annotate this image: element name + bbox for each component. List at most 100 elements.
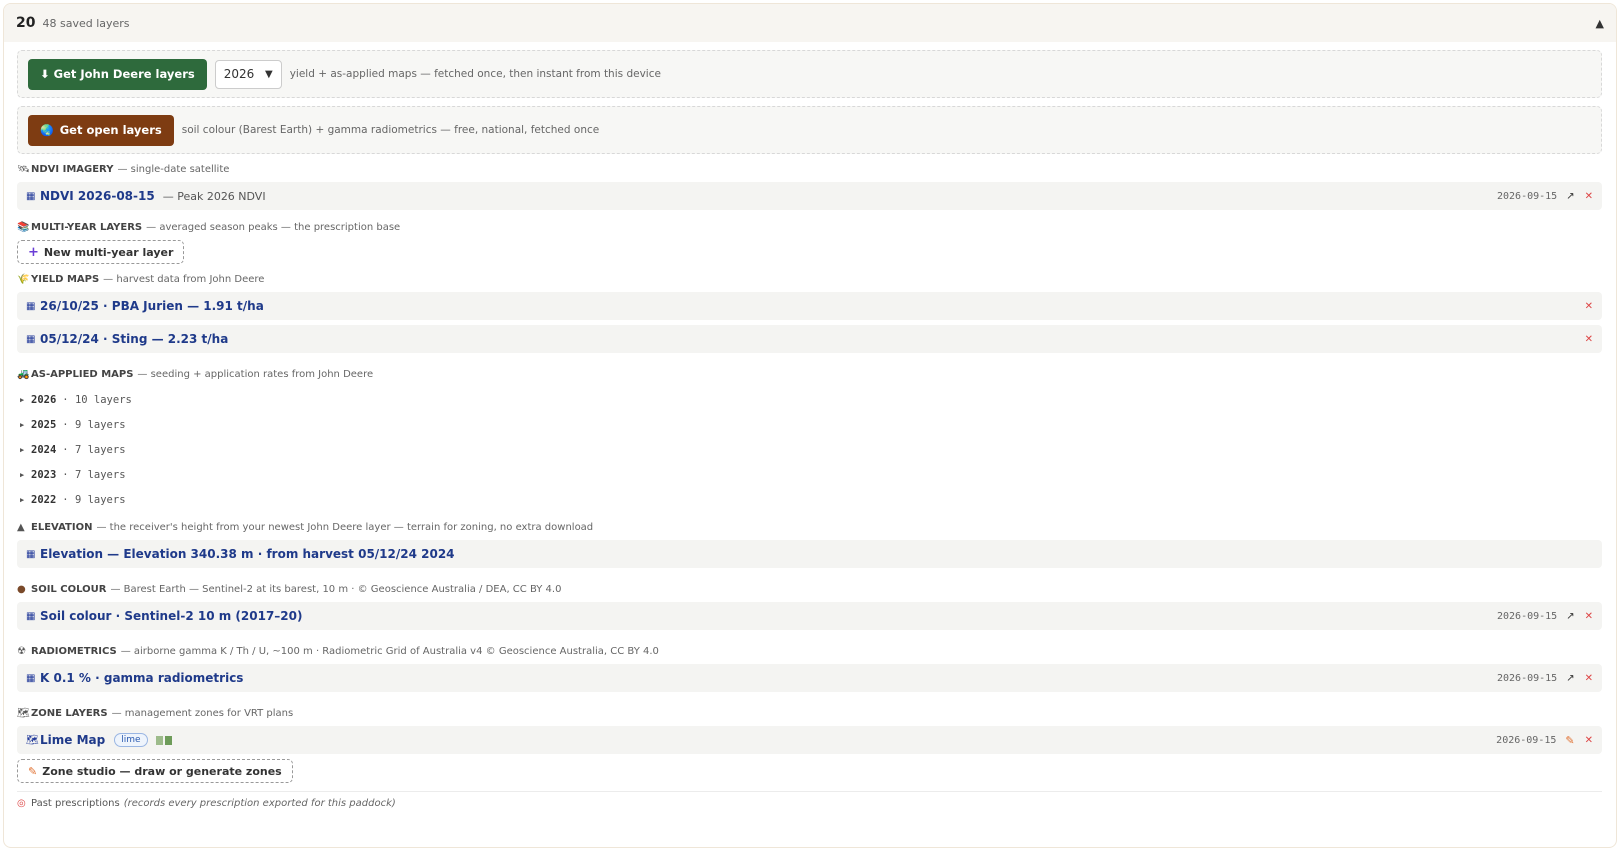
open-layers-note: soil colour (Barest Earth) + gamma radio… [181,124,600,136]
radiometrics-section-header: ☢ RADIOMETRICS — airborne gamma K / Th /… [17,644,1602,658]
layer-name[interactable]: Soil colour · Sentinel-2 10 m (2017–20) [40,609,302,623]
radiometrics-section-title: RADIOMETRICS [31,645,117,657]
year-label: 2026 [31,393,57,406]
year-label: 2025 [31,418,57,431]
plus-icon: + [28,244,39,260]
ndvi-section-header: 🛰 NDVI IMAGERY — single-date satellite [17,162,1602,176]
zone-swatch [155,735,163,745]
year-group-2026[interactable]: ▶ 2026 · 10 layers [17,387,1602,412]
layer-row[interactable]: ▦ K 0.1 % · gamma radiometrics 2026-09-1… [17,664,1602,692]
layer-row[interactable]: ▦ NDVI 2026-08-15 — Peak 2026 NDVI 2026-… [17,182,1602,210]
as-applied-section-header: 🚜 AS-APPLIED MAPS — seeding + applicatio… [17,367,1602,381]
past-prescriptions[interactable]: ◎ Past prescriptions (records every pres… [17,791,1602,809]
expand-triangle-icon: ▶ [20,445,25,454]
open-external-icon[interactable]: ↗ [1566,611,1574,622]
pencil-icon[interactable]: ✎ [1565,734,1574,747]
map-icon: ▦ [26,333,36,345]
zone-layers-section-desc: — management zones for VRT plans [111,707,294,719]
year-count: · 9 layers [62,418,126,431]
layer-name[interactable]: 26/10/25 · PBA Jurien — 1.91 t/ha [40,299,264,313]
multi-year-section-title: MULTI-YEAR LAYERS [31,221,143,233]
zone-layers-section-header: 🗺 ZONE LAYERS — management zones for VRT… [17,706,1602,720]
year-count: · 10 layers [62,393,132,406]
saved-layers-panel: 20 48 saved layers ▲ ⬇ Get John Deere la… [3,3,1617,848]
john-deere-note: yield + as-applied maps — fetched once, … [289,68,661,80]
layer-name[interactable]: Elevation — Elevation 340.38 m · from ha… [40,547,455,561]
year-count: · 7 layers [62,443,126,456]
zone-name[interactable]: Lime Map [40,733,105,747]
layer-name[interactable]: K 0.1 % · gamma radiometrics [40,671,243,685]
map-icon: ▦ [26,190,36,202]
expand-triangle-icon: ▶ [20,470,25,479]
john-deere-box: ⬇ Get John Deere layers 2026 ▼ yield + a… [17,50,1602,98]
year-count: · 7 layers [62,468,126,481]
saved-layers-label: 48 saved layers [42,16,130,30]
ndvi-section-title: NDVI IMAGERY [31,163,114,175]
expand-triangle-icon: ▶ [20,495,25,504]
zone-date: 2026-09-15 [1496,734,1557,746]
open-layers-box: 🌏 Get open layers soil colour (Barest Ea… [17,106,1602,154]
soil-dot-icon: ● [17,583,26,595]
mountain-icon: ▲ [17,521,25,533]
zone-swatch [164,735,172,745]
pencil-icon: ✎ [28,764,38,778]
delete-icon[interactable]: ✕ [1585,735,1593,746]
delete-icon[interactable]: ✕ [1585,673,1593,684]
multi-year-section-header: 📚 MULTI-YEAR LAYERS — averaged season pe… [17,220,1602,234]
zone-studio-button[interactable]: ✎ Zone studio — draw or generate zones [17,759,293,783]
zone-tag-badge: lime [114,733,148,747]
year-group-2022[interactable]: ▶ 2022 · 9 layers [17,487,1602,512]
layer-sub: — Peak 2026 NDVI [162,189,266,203]
satellite-icon: 🛰 [17,163,30,175]
delete-icon[interactable]: ✕ [1585,191,1593,202]
get-open-layers-label: Get open layers [59,123,162,137]
elevation-section-desc: — the receiver's height from your newest… [96,521,594,533]
delete-icon[interactable]: ✕ [1585,301,1593,312]
multi-year-section-desc: — averaged season peaks — the prescripti… [146,221,401,233]
map-icon: ▦ [26,548,36,560]
layer-row[interactable]: ▦ Elevation — Elevation 340.38 m · from … [17,540,1602,568]
new-multi-year-layer-label: New multi-year layer [43,245,174,259]
yield-section-header: 🌾 YIELD MAPS — harvest data from John De… [17,272,1602,286]
year-group-2024[interactable]: ▶ 2024 · 7 layers [17,437,1602,462]
radiation-icon: ☢ [17,645,26,657]
delete-icon[interactable]: ✕ [1585,611,1593,622]
elevation-section-title: ELEVATION [31,521,93,533]
layer-date: 2026-09-15 [1497,610,1558,622]
year-group-2025[interactable]: ▶ 2025 · 9 layers [17,412,1602,437]
radiometrics-section-desc: — airborne gamma K / Th / U, ~100 m · Ra… [120,645,659,657]
year-count: · 9 layers [62,493,126,506]
zone-row[interactable]: 🗺 Lime Map lime 2026-09-15 ✎ ✕ [17,726,1602,754]
get-open-layers-button[interactable]: 🌏 Get open layers [28,114,174,146]
year-group-2023[interactable]: ▶ 2023 · 7 layers [17,462,1602,487]
map-icon: ▦ [26,610,36,622]
map-shape-icon: 🗺 [17,707,30,719]
yield-section-desc: — harvest data from John Deere [103,273,265,285]
yield-section-title: YIELD MAPS [31,273,100,285]
year-label: 2024 [31,443,57,456]
expand-triangle-icon: ▶ [20,420,25,429]
year-select[interactable]: 2026 ▼ [214,59,282,89]
layer-name[interactable]: NDVI 2026-08-15 [40,189,155,203]
layer-date: 2026-09-15 [1497,672,1558,684]
delete-icon[interactable]: ✕ [1585,334,1593,345]
ndvi-section-desc: — single-date satellite [117,163,230,175]
get-john-deere-layers-button[interactable]: ⬇ Get John Deere layers [28,58,207,90]
layer-row[interactable]: ▦ 05/12/24 · Sting — 2.23 t/ha ✕ [17,325,1602,353]
target-icon: ◎ [17,798,26,809]
layer-row[interactable]: ▦ 26/10/25 · PBA Jurien — 1.91 t/ha ✕ [17,292,1602,320]
layer-row[interactable]: ▦ Soil colour · Sentinel-2 10 m (2017–20… [17,602,1602,630]
open-external-icon[interactable]: ↗ [1566,191,1574,202]
year-label: 2022 [31,493,57,506]
new-multi-year-layer-button[interactable]: + New multi-year layer [17,240,185,264]
layer-name[interactable]: 05/12/24 · Sting — 2.23 t/ha [40,332,228,346]
elevation-section-header: ▲ ELEVATION — the receiver's height from… [17,520,1602,534]
open-external-icon[interactable]: ↗ [1566,673,1574,684]
panel-header[interactable]: 20 48 saved layers ▲ [4,4,1616,42]
collapse-caret-icon[interactable]: ▲ [1596,17,1604,30]
layer-count: 20 [16,15,36,31]
expand-triangle-icon: ▶ [20,395,25,404]
map-icon: ▦ [26,300,36,312]
zone-studio-label: Zone studio — draw or generate zones [42,764,282,778]
soil-colour-section-title: SOIL COLOUR [31,583,107,595]
